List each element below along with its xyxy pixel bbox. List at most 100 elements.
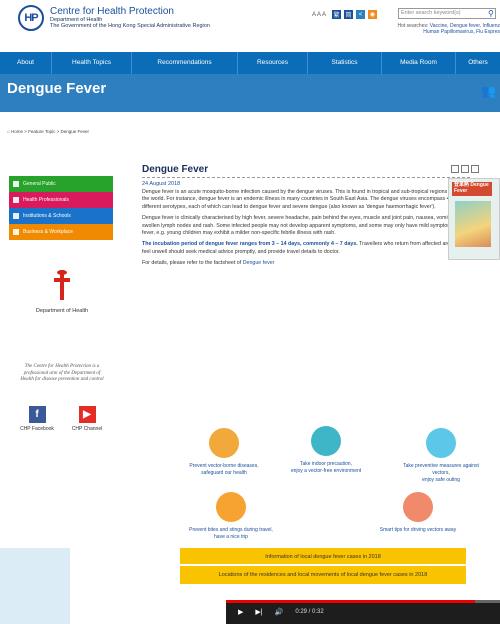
doh-label: Department of Health	[35, 308, 89, 314]
breadcrumb-current: Dengue Fever	[60, 129, 90, 134]
poster-title: 登革熱 Dengue Fever	[452, 182, 492, 196]
nav-media-room[interactable]: Media Room	[382, 52, 456, 74]
sidebar-item-health-professionals[interactable]: Health Professionals	[9, 192, 113, 208]
rss-icon[interactable]: ◉	[368, 10, 378, 19]
chp-facebook-link[interactable]: f CHP Facebook	[17, 406, 57, 432]
poster-image	[455, 201, 491, 247]
tile-indoor-precaution[interactable]: Take indoor precaution, enjoy a vector-f…	[274, 426, 378, 475]
incubation-highlight: The incubation period of dengue fever ra…	[142, 241, 358, 248]
incubation-paragraph: The incubation period of dengue fever ra…	[142, 241, 470, 256]
play-icon[interactable]: ▶	[238, 608, 243, 616]
family-icon	[209, 428, 239, 458]
local-cases-link[interactable]: Information of local dengue fever cases …	[180, 548, 466, 566]
breadcrumb-sep: >	[24, 129, 27, 134]
hot-searches: Hot searches: Vaccine, Dengue fever, Inf…	[390, 23, 500, 36]
tile-travel[interactable]: Prevent bites and stings during travel, …	[176, 492, 286, 541]
tile-line: Prevent bites and stings during travel,	[189, 527, 273, 533]
building-icon	[13, 213, 19, 219]
volume-icon[interactable]: 🔊	[275, 608, 284, 616]
hiking-icon	[426, 428, 456, 458]
chp-motto: The Centre for Health Protection is a pr…	[20, 364, 104, 382]
case-locations-link[interactable]: Locations of the residences and local mo…	[180, 566, 466, 584]
language-icon[interactable]: 繁	[332, 10, 342, 19]
page-title: Dengue Fever	[142, 164, 470, 178]
breadcrumb-feature-topic[interactable]: Feature Topic	[28, 129, 55, 134]
bookmark-icon[interactable]	[461, 165, 469, 173]
chp-logo[interactable]: HP	[18, 5, 44, 31]
doh-block[interactable]: Department of Health	[17, 270, 107, 314]
case-info-links: Information of local dengue fever cases …	[180, 548, 466, 584]
nav-others[interactable]: Others	[456, 52, 500, 74]
tile-prevent-vector-borne[interactable]: Prevent vector-borne diseases, safeguard…	[176, 428, 272, 477]
page-banner: Dengue Fever 👥	[0, 74, 500, 112]
search-icon[interactable]: ⚲	[488, 9, 494, 18]
video-progress-track[interactable]	[226, 600, 500, 603]
share-icon[interactable]: <	[356, 10, 366, 19]
facebook-icon: f	[28, 406, 46, 423]
video-progress-fill	[226, 600, 476, 603]
search-input[interactable]: Enter search keyword(s)	[398, 8, 496, 19]
breadcrumb-home[interactable]: Home	[11, 129, 23, 134]
tile-line: have a nice trip	[214, 533, 248, 540]
header-tools: A A A 繁 简 < ◉	[312, 10, 378, 19]
factsheet-paragraph: For details, please refer to the factshe…	[142, 260, 470, 267]
nav-recommendations[interactable]: Recommendations	[132, 52, 238, 74]
channel-label: CHP Channel	[71, 426, 103, 432]
doh-logo-icon	[54, 270, 70, 300]
language-simplified-icon[interactable]: 简	[344, 10, 354, 19]
youtube-icon: ▶	[78, 406, 96, 423]
sidebar-item-label: General Public	[23, 181, 56, 187]
symptoms-paragraph: Dengue fever is clinically characterised…	[142, 215, 464, 237]
site-header: HP Centre for Health Protection Departme…	[0, 0, 500, 52]
publish-date: 24 August 2018	[142, 181, 181, 187]
traveller-icon	[216, 492, 246, 522]
sidebar-item-business[interactable]: Business & Workplace	[9, 224, 113, 240]
video-player-bar: ▶ ▶| 🔊 0:29 / 0:32	[226, 600, 500, 624]
nav-health-topics[interactable]: Health Topics	[52, 52, 132, 74]
breadcrumb-sep-2: >	[56, 129, 60, 134]
next-icon[interactable]: ▶|	[255, 608, 262, 616]
audience-sidebar: General Public Health Professionals Inst…	[9, 176, 113, 240]
factsheet-link[interactable]: Dengue fever	[243, 260, 275, 266]
home-icon[interactable]: ⌂	[7, 129, 10, 134]
tile-line: Smart tips for driving vectors away	[379, 527, 457, 533]
tile-line: enjoy safe outing	[422, 476, 460, 483]
hot-searches-label: Hot searches:	[397, 23, 429, 29]
org-name: Centre for Health Protection	[50, 6, 174, 17]
medical-kit-icon	[13, 197, 19, 203]
qr-code-icon[interactable]	[451, 165, 459, 173]
nav-statistics[interactable]: Statistics	[308, 52, 382, 74]
hot-search-links-2[interactable]: Human Papillomavirus, Flu Expres	[423, 29, 500, 35]
sidebar-item-label: Business & Workplace	[23, 229, 73, 235]
people-icon	[13, 181, 19, 187]
nav-about[interactable]: About	[0, 52, 52, 74]
main-content: Dengue Fever 24 August 2018 Dengue fever…	[142, 164, 470, 272]
gov-name: The Government of the Hong Kong Special …	[50, 23, 210, 30]
people-icon: 👥	[481, 84, 496, 98]
text-size-control[interactable]: A A A	[312, 12, 326, 18]
dengue-poster[interactable]: 登革熱 Dengue Fever	[448, 178, 500, 260]
tile-outing[interactable]: Take preventive measures against vectors…	[386, 428, 496, 483]
breadcrumb: ⌂ Home > Feature Topic > Dengue Fever	[7, 129, 89, 134]
tile-line: Take preventive measures against	[403, 463, 479, 469]
main-nav: About Health Topics Recommendations Reso…	[0, 52, 500, 74]
tile-line: Prevent vector-borne diseases,	[189, 463, 259, 469]
hot-search-links-1[interactable]: Vaccine, Dengue fever, Influenz	[430, 23, 500, 29]
tile-smart-tips[interactable]: Smart tips for driving vectors away	[350, 492, 486, 534]
tile-line: enjoy a vector-free environment	[290, 467, 362, 474]
pen-icon	[13, 229, 19, 235]
facebook-label: CHP Facebook	[20, 426, 54, 432]
home-scene-icon	[311, 426, 341, 456]
spray-icon	[403, 492, 433, 522]
sidebar-item-institutions[interactable]: Institutions & Schools	[9, 208, 113, 224]
factsheet-text: For details, please refer to the factshe…	[142, 260, 243, 267]
chp-channel-link[interactable]: ▶ CHP Channel	[67, 406, 107, 432]
side-panel-background	[0, 548, 70, 624]
sidebar-item-label: Health Professionals	[23, 197, 69, 203]
nav-resources[interactable]: Resources	[238, 52, 308, 74]
sidebar-item-general-public[interactable]: General Public	[9, 176, 113, 192]
intro-paragraph: Dengue fever is an acute mosquito-borne …	[142, 189, 466, 210]
banner-title: Dengue Fever	[7, 80, 107, 97]
video-time: 0:29 / 0:32	[295, 609, 324, 615]
print-icon[interactable]	[471, 165, 479, 173]
